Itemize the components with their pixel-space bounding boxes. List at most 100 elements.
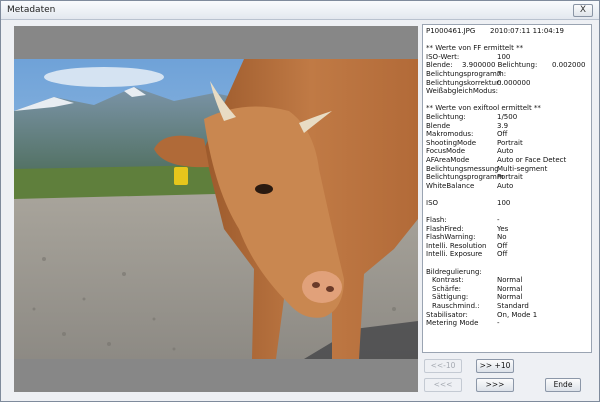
metadata-value: Portrait xyxy=(497,138,523,147)
metadata-key: Belichtungskorrektur: xyxy=(426,78,502,87)
metadata-line: Rauschmind.: Standard xyxy=(426,302,588,311)
metadata-key: Belichtungsprogramm xyxy=(426,173,504,182)
metadata-value: Auto xyxy=(497,181,514,190)
metadata-line: Belichtung: 1/500 xyxy=(426,113,588,122)
metadata-line: ShootingMode Portrait xyxy=(426,139,588,148)
metadata-value: Off xyxy=(497,241,508,250)
metadata-line: ** Werte von exiftool ermittelt ** xyxy=(426,104,588,113)
metadata-key: ShootingMode xyxy=(426,138,477,147)
metadata-line: Flash: - xyxy=(426,216,588,225)
metadata-value: 0.000000 xyxy=(497,78,531,87)
metadata-line: WhiteBalance Auto xyxy=(426,182,588,191)
metadata-value: 7 xyxy=(497,69,502,78)
metadata-key: ** Werte von exiftool ermittelt ** xyxy=(426,104,541,113)
metadata-line: FocusMode Auto xyxy=(426,147,588,156)
metadata-text-panel[interactable]: P1000461.JPG 2010:07:11 11:04:19 ** Werte … xyxy=(422,24,592,353)
metadata-key: FlashWarning: xyxy=(426,233,476,242)
metadata-value: On, Mode 1 xyxy=(497,310,538,319)
prev-10-button[interactable]: <<-10 xyxy=(424,359,462,373)
metadata-value: Off xyxy=(497,130,508,139)
metadata-line: ISO-Wert: 100 xyxy=(426,53,588,62)
metadata-line: Intelli. Exposure Off xyxy=(426,250,588,259)
metadata-value: Normal xyxy=(497,293,523,302)
image-preview-panel xyxy=(14,26,418,392)
metadata-value: 1/500 xyxy=(497,112,518,121)
metadata-key: Intelli. Exposure xyxy=(426,250,483,259)
metadata-key: Kontrast: xyxy=(432,276,464,285)
metadata-line: ISO 100 xyxy=(426,199,588,208)
metadata-line: Intelli. Resolution Off xyxy=(426,242,588,251)
metadata-line: Stabilisator: On, Mode 1 xyxy=(426,311,588,320)
metadata-key: Rauschmind.: xyxy=(432,302,480,310)
metadata-line xyxy=(426,259,588,268)
metadata-value: Auto or Face Detect xyxy=(497,155,567,164)
metadata-line: FlashWarning: No xyxy=(426,233,588,242)
metadata-line: Bildregulierung: xyxy=(426,268,588,277)
metadata-value: 100 xyxy=(497,52,511,61)
metadata-value: 3.9 xyxy=(497,121,509,130)
metadata-key: Belichtungsprogramm: xyxy=(426,69,507,78)
metadata-line: Sättigung: Normal xyxy=(426,293,588,302)
metadata-key: ISO xyxy=(426,198,439,207)
metadata-line xyxy=(426,96,588,105)
prev-button[interactable]: <<< xyxy=(424,378,462,392)
metadata-key: P1000461.JPG xyxy=(426,27,476,35)
metadata-line xyxy=(426,36,588,45)
metadata-key: ISO-Wert: xyxy=(426,52,460,61)
metadata-value: No xyxy=(497,233,507,242)
metadata-key: Blende: xyxy=(426,61,453,70)
metadata-line: Schärfe: Normal xyxy=(426,285,588,294)
metadata-line: Belichtungsmessung Multi-segment xyxy=(426,165,588,174)
metadata-value: - xyxy=(497,216,500,225)
metadata-line xyxy=(426,207,588,216)
metadata-value: 0.002000 xyxy=(552,61,586,70)
metadata-key: ** Werte von FF ermittelt ** xyxy=(426,44,524,53)
metadata-key: Blende xyxy=(426,121,451,130)
metadata-key: Belichtungsmessung xyxy=(426,164,499,173)
metadata-value: Normal xyxy=(497,276,523,285)
close-button[interactable]: X xyxy=(573,4,593,17)
metadata-line: Metering Mode - xyxy=(426,319,588,328)
metadata-key: Makromodus: xyxy=(426,130,474,139)
metadata-key: Intelli. Resolution xyxy=(426,241,487,250)
metadata-value: Portrait xyxy=(497,173,523,182)
metadata-value: Normal xyxy=(497,284,523,293)
metadata-key: Schärfe: xyxy=(432,284,462,293)
metadata-key: WeißabgleichModus: xyxy=(426,87,499,96)
metadata-value: Off xyxy=(497,250,508,259)
metadata-line: Belichtungsprogramm: 7 xyxy=(426,70,588,79)
metadata-value: Yes xyxy=(497,224,509,233)
metadata-line: Belichtungskorrektur: 0.000000 xyxy=(426,79,588,88)
next-button[interactable]: >>> xyxy=(476,378,514,392)
metadata-line: Blende 3.9 xyxy=(426,122,588,131)
metadata-line: AFAreaMode Auto or Face Detect xyxy=(426,156,588,165)
metadata-value: Multi-segment xyxy=(497,164,548,173)
metadata-key: AFAreaMode xyxy=(426,155,470,164)
metadata-value: - xyxy=(497,319,500,328)
window-title: Metadaten xyxy=(7,5,56,15)
metadata-line: Makromodus: Off xyxy=(426,130,588,139)
metadata-key: Stabilisator: xyxy=(426,310,468,319)
metadata-line: Belichtungsprogramm Portrait xyxy=(426,173,588,182)
title-bar: Metadaten X xyxy=(1,1,599,20)
photo-cow xyxy=(14,59,418,359)
metadata-key: Sättigung: xyxy=(432,293,469,302)
metadata-line: P1000461.JPG 2010:07:11 11:04:19 xyxy=(426,27,588,36)
metadata-key: Bildregulierung: xyxy=(426,267,482,276)
metadata-value: 3.900000 Belichtung: xyxy=(462,61,538,70)
metadata-line: Blende: 3.900000 Belichtung: 0.002000 xyxy=(426,61,588,70)
metadata-key: Belichtung: xyxy=(426,112,466,121)
metadata-line: WeißabgleichModus: xyxy=(426,87,588,96)
end-button[interactable]: Ende xyxy=(545,378,581,392)
metadata-line: FlashFired: Yes xyxy=(426,225,588,234)
metadata-key: FocusMode xyxy=(426,147,466,156)
metadata-line: Kontrast: Normal xyxy=(426,276,588,285)
next-10-button[interactable]: >> +10 xyxy=(476,359,514,373)
metadata-key: Flash: xyxy=(426,216,447,225)
metadata-value: 2010:07:11 11:04:19 xyxy=(490,27,565,35)
metadata-line: ** Werte von FF ermittelt ** xyxy=(426,44,588,53)
metadata-key: WhiteBalance xyxy=(426,181,475,190)
metadata-value: Standard xyxy=(497,302,529,310)
metadata-key: FlashFired: xyxy=(426,224,464,233)
metadata-window: Metadaten X P1000461.JPG 2010:07:11 11:0… xyxy=(0,0,600,402)
